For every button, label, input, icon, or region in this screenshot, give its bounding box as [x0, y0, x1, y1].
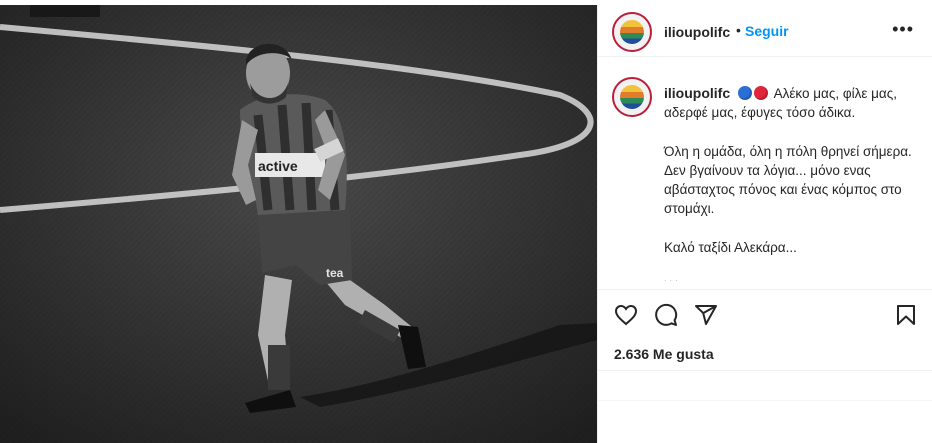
divider [598, 370, 932, 371]
caption-text: ilioupolifc Αλέκο μας, φίλε μας, αδερφέ … [664, 84, 919, 288]
club-emblem-icon [620, 85, 644, 109]
divider [598, 400, 932, 401]
post-photo[interactable]: active tea [0, 5, 597, 443]
bookmark-icon[interactable] [894, 303, 918, 332]
caption-line-3: Καλό ταξίδι Αλεκάρα... [664, 240, 797, 255]
post-header: ilioupolifc • Seguir ••• [598, 5, 932, 57]
red-circle-icon [753, 86, 768, 100]
more-options-icon[interactable]: ••• [892, 19, 914, 40]
caption-line-2: Όλη η ομάδα, όλη η πόλη θρηνεί σήμερα. Δ… [664, 144, 912, 216]
caption-username[interactable]: ilioupolifc [664, 85, 730, 101]
heart-icon[interactable] [614, 303, 638, 332]
player-photo: active tea [0, 5, 597, 443]
separator-dot: • [736, 22, 741, 38]
likes-count[interactable]: 2.636 Me gusta [614, 346, 714, 362]
action-bar [598, 297, 932, 337]
club-emblem-icon [620, 20, 644, 44]
post-side-panel: ilioupolifc • Seguir ••• ilioupolifc Αλέ… [597, 5, 932, 443]
shorts-sponsor-text: tea [326, 266, 344, 280]
caption-faded-text: . . . [664, 273, 678, 284]
blue-circle-icon [737, 86, 752, 100]
send-icon[interactable] [694, 303, 718, 332]
caption-avatar[interactable] [612, 77, 652, 117]
follow-button[interactable]: Seguir [745, 23, 789, 39]
post-username[interactable]: ilioupolifc [664, 24, 730, 40]
avatar[interactable] [612, 12, 652, 52]
comment-icon[interactable] [654, 303, 678, 332]
caption-area: ilioupolifc Αλέκο μας, φίλε μας, αδερφέ … [598, 57, 932, 290]
shirt-sponsor-text: active [258, 158, 298, 174]
